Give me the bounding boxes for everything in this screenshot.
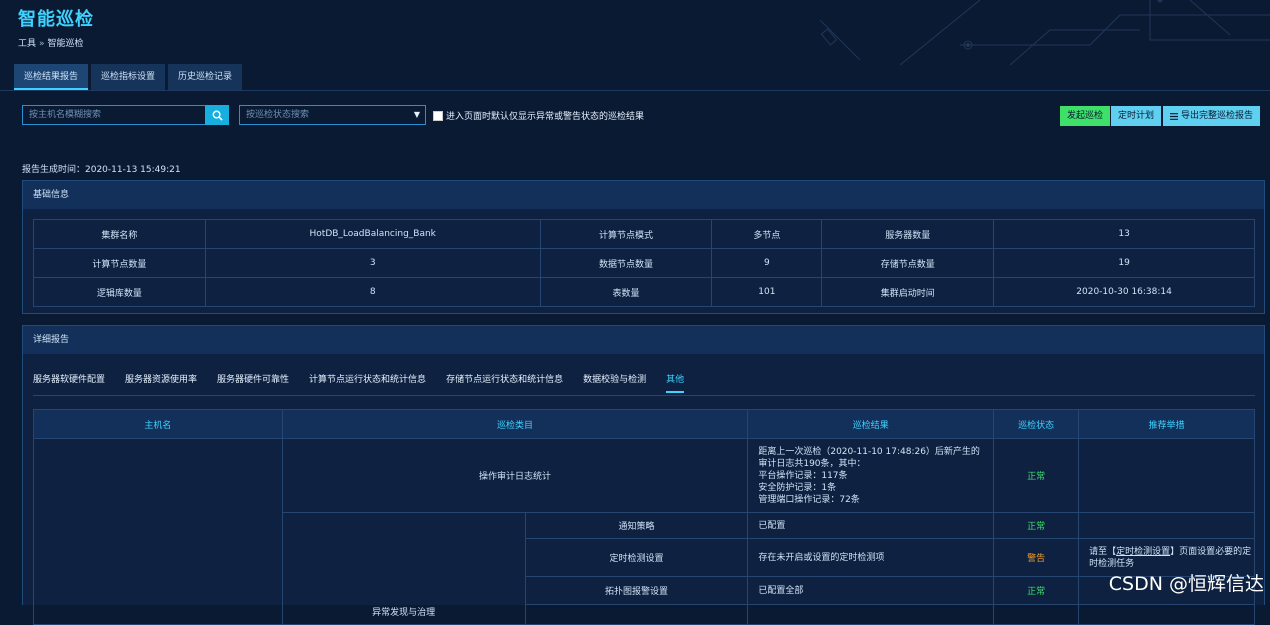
- col-header-result: 巡检结果: [747, 409, 995, 439]
- basic-info-panel: 基础信息 集群名称 HotDB_LoadBalancing_Bank 计算节点模…: [22, 180, 1265, 314]
- cell-value: 13: [993, 219, 1255, 249]
- subtab-compute-node[interactable]: 计算节点运行状态和统计信息: [309, 372, 426, 393]
- cell-label: 存储节点数量: [821, 248, 995, 278]
- result-cell: 已配置: [747, 512, 995, 539]
- breadcrumb-current: 智能巡检: [47, 39, 84, 49]
- subtab-server-config[interactable]: 服务器软硬件配置: [33, 372, 105, 393]
- cell-value: 101: [711, 277, 823, 307]
- table-row: 集群名称 HotDB_LoadBalancing_Bank 计算节点模式 多节点…: [33, 219, 1255, 249]
- schedule-check-link[interactable]: 定时检测设置: [1116, 547, 1170, 557]
- export-report-label: 导出完整巡检报告: [1181, 111, 1254, 121]
- subtab-server-usage[interactable]: 服务器资源使用率: [125, 372, 197, 393]
- item-name-cell: 通知策略: [524, 512, 749, 539]
- detail-report-title: 详细报告: [23, 326, 1264, 354]
- search-button[interactable]: [205, 105, 229, 125]
- table-row: 逻辑库数量 8 表数量 101 集群启动时间 2020-10-30 16:38:…: [33, 277, 1255, 307]
- cell-value: 19: [993, 248, 1255, 278]
- cell-label: 集群启动时间: [821, 277, 995, 307]
- only-abnormal-label: 进入页面时默认仅显示异常或警告状态的巡检结果: [446, 112, 645, 122]
- only-abnormal-checkbox[interactable]: [433, 111, 443, 121]
- result-line: 距离上一次巡检（2020-11-10 17:48:26）后新产生的: [758, 446, 980, 457]
- category-cell: 操作审计日志统计: [281, 438, 749, 513]
- subtab-other[interactable]: 其他: [666, 372, 685, 393]
- result-line: 平台操作记录：117条: [758, 470, 848, 481]
- main-tabs: 巡检结果报告 巡检指标设置 历史巡检记录: [14, 64, 243, 90]
- subtab-server-reliability[interactable]: 服务器硬件可靠性: [217, 372, 289, 393]
- menu-icon: [1170, 112, 1178, 120]
- tab-inspection-report[interactable]: 巡检结果报告: [14, 64, 89, 90]
- result-line: 管理端口操作记录：72条: [758, 494, 860, 505]
- table-row: 操作审计日志统计 距离上一次巡检（2020-11-10 17:48:26）后新产…: [33, 438, 1255, 625]
- item-name-cell: 拓扑图报警设置: [524, 576, 749, 605]
- export-report-button[interactable]: 导出完整巡检报告: [1163, 106, 1261, 126]
- cell-value: 9: [711, 248, 823, 278]
- item-name-cell: [524, 604, 749, 625]
- status-badge: 正常: [993, 576, 1080, 605]
- caret-down-icon: ▼: [413, 110, 420, 119]
- status-badge: 正常: [993, 438, 1080, 513]
- tab-inspection-indicators[interactable]: 巡检指标设置: [91, 64, 166, 90]
- tab-inspection-history[interactable]: 历史巡检记录: [168, 64, 243, 90]
- header-background-decoration: [819, 0, 1270, 65]
- host-search-input[interactable]: 按主机名模糊搜索: [22, 105, 206, 125]
- subtab-divider: [33, 395, 1255, 396]
- detail-subtabs: 服务器软硬件配置 服务器资源使用率 服务器硬件可靠性 计算节点运行状态和统计信息…: [33, 372, 685, 393]
- result-cell: 距离上一次巡检（2020-11-10 17:48:26）后新产生的 审计日志共1…: [747, 438, 995, 513]
- status-badge: 警告: [993, 538, 1080, 577]
- result-cell: 存在未开启或设置的定时检测项: [747, 538, 995, 577]
- tabs-divider: [0, 90, 1270, 91]
- breadcrumb-tools-link[interactable]: 工具: [18, 39, 36, 49]
- search-icon: [212, 110, 223, 121]
- page-title: 智能巡检: [18, 9, 94, 30]
- schedule-button[interactable]: 定时计划: [1111, 106, 1162, 126]
- col-header-status: 巡检状态: [993, 409, 1080, 439]
- recommendation-cell: [1078, 512, 1255, 539]
- csdn-watermark: CSDN @恒辉信达: [1108, 573, 1264, 595]
- cell-label: 逻辑库数量: [33, 277, 206, 307]
- breadcrumb: 工具» 智能巡检: [18, 36, 84, 49]
- basic-info-table: 集群名称 HotDB_LoadBalancing_Bank 计算节点模式 多节点…: [33, 219, 1255, 307]
- result-line: 审计日志共190条，其中：: [758, 458, 866, 469]
- subtab-storage-node[interactable]: 存储节点运行状态和统计信息: [446, 372, 563, 393]
- cell-value: 2020-10-30 16:38:14: [993, 277, 1255, 307]
- result-cell: [747, 604, 995, 625]
- cell-value: HotDB_LoadBalancing_Bank: [204, 219, 541, 249]
- cell-label: 集群名称: [33, 219, 206, 249]
- col-header-host: 主机名: [33, 409, 283, 439]
- col-header-category: 巡检类目: [281, 409, 749, 439]
- result-cell: 已配置全部: [747, 576, 995, 605]
- status-badge: 正常: [993, 512, 1080, 539]
- recommendation-cell: [1078, 438, 1255, 513]
- status-filter-select[interactable]: 按巡检状态搜索 ▼: [239, 105, 426, 125]
- cell-label: 计算节点数量: [33, 248, 206, 278]
- table-header-row: 主机名 巡检类目 巡检结果 巡检状态 推荐举措: [33, 409, 1255, 439]
- group-cell: 异常发现与治理: [281, 512, 526, 625]
- cell-value: 多节点: [711, 219, 823, 249]
- report-generated-time: 报告生成时间：2020-11-13 15:49:21: [22, 165, 181, 175]
- start-inspection-button[interactable]: 发起巡检: [1060, 106, 1111, 126]
- detail-table: 主机名 巡检类目 巡检结果 巡检状态 推荐举措 操作审计日志统计 距离上一次巡检…: [33, 409, 1255, 625]
- subtab-data-check[interactable]: 数据校验与检测: [583, 372, 646, 393]
- rec-prefix: 请至【: [1089, 546, 1117, 557]
- table-row: 计算节点数量 3 数据节点数量 9 存储节点数量 19: [33, 248, 1255, 278]
- status-filter-placeholder: 按巡检状态搜索: [246, 110, 310, 120]
- cell-value: 8: [204, 277, 541, 307]
- cell-label: 表数量: [539, 277, 713, 307]
- cell-value: 3: [204, 248, 541, 278]
- detail-report-panel: 详细报告 服务器软硬件配置 服务器资源使用率 服务器硬件可靠性 计算节点运行状态…: [22, 325, 1265, 625]
- cell-label: 服务器数量: [821, 219, 995, 249]
- col-header-recommendation: 推荐举措: [1078, 409, 1255, 439]
- cell-label: 计算节点模式: [539, 219, 713, 249]
- result-line: 安全防护记录：1条: [758, 482, 837, 493]
- item-name-cell: 定时检测设置: [524, 538, 749, 577]
- cell-label: 数据节点数量: [539, 248, 713, 278]
- breadcrumb-separator: »: [39, 39, 45, 49]
- status-cell: [993, 604, 1080, 625]
- recommendation-cell: [1078, 604, 1255, 625]
- host-cell: [33, 438, 283, 625]
- basic-info-title: 基础信息: [23, 181, 1264, 209]
